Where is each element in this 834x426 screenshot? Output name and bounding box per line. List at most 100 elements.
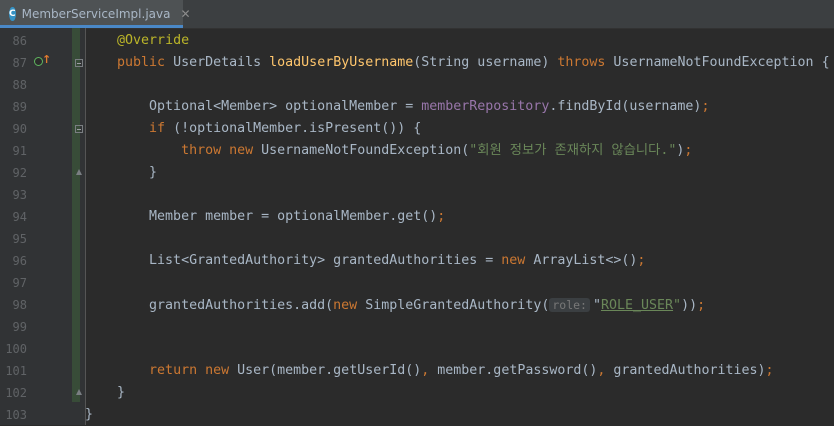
code-token: (!optionalMember.isPresent()) { (165, 121, 422, 136)
code-line[interactable]: 92 } (0, 162, 834, 184)
code-line[interactable]: 99 (0, 316, 834, 338)
line-number: 98 (12, 298, 27, 312)
code-line[interactable]: 101 return new User(member.getUserId(), … (0, 360, 834, 382)
code-token: new (333, 298, 358, 313)
code-token: UserDetails (165, 55, 270, 70)
code-token: memberRepository (421, 99, 550, 114)
code-text[interactable]: throw new UsernameNotFoundException("회원 … (85, 140, 692, 162)
code-token: ; (701, 99, 710, 114)
code-text[interactable]: if (!optionalMember.isPresent()) { (85, 118, 421, 140)
code-text[interactable]: Member member = optionalMember.get(); (85, 206, 445, 228)
code-line[interactable]: 89 Optional<Member> optionalMember = mem… (0, 96, 834, 118)
code-text[interactable]: Optional<Member> optionalMember = member… (85, 96, 709, 118)
line-number: 89 (12, 100, 27, 114)
tab-file-name: MemberServiceImpl.java (21, 7, 171, 21)
code-token: " (592, 298, 601, 313)
code-token: throw new (181, 143, 254, 158)
code-token: public (117, 55, 166, 70)
code-line[interactable]: 88 (0, 74, 834, 96)
fold-end-icon[interactable] (76, 389, 82, 395)
line-number: 103 (5, 408, 27, 422)
code-line[interactable]: 103} (0, 404, 834, 426)
fold-end-icon[interactable] (76, 169, 82, 175)
line-number: 92 (12, 166, 27, 180)
code-token: )) (681, 298, 698, 313)
code-text[interactable]: } (85, 162, 157, 184)
code-text[interactable]: } (85, 382, 125, 404)
override-arrow-icon[interactable]: ↑ (42, 54, 51, 66)
code-token: @Override (117, 33, 190, 48)
code-token: grantedAuthorities.add( (85, 298, 334, 313)
java-class-icon: C (9, 7, 16, 21)
code-text[interactable]: public UserDetails loadUserByUsername(St… (85, 52, 830, 74)
code-token: ; (684, 143, 693, 158)
code-token: " (673, 298, 682, 313)
parameter-hint: role: (549, 298, 590, 312)
code-token: grantedAuthorities) (605, 363, 766, 378)
code-token: UsernameNotFoundException { (605, 55, 830, 70)
code-token: throws (557, 55, 606, 70)
code-token: ; (765, 363, 774, 378)
line-number: 86 (12, 34, 27, 48)
line-number: 93 (12, 188, 27, 202)
code-token: ; (437, 209, 446, 224)
code-line[interactable]: 98 grantedAuthorities.add(new SimpleGran… (0, 294, 834, 316)
line-number: 91 (12, 144, 27, 158)
code-token: ROLE_USER (600, 298, 674, 313)
code-editor[interactable]: 86 @Override 87 ↑ public UserDetails loadU… (0, 28, 834, 425)
line-number: 99 (12, 320, 27, 334)
code-token: UsernameNotFoundException( (253, 143, 470, 158)
line-number: 101 (5, 364, 27, 378)
code-token: if (149, 121, 166, 136)
code-token: } (85, 385, 126, 400)
fold-collapse-icon[interactable] (75, 59, 83, 67)
code-line[interactable]: 93 (0, 184, 834, 206)
line-number: 102 (5, 386, 27, 400)
close-icon[interactable]: ✕ (180, 7, 190, 21)
code-text[interactable]: @Override (85, 30, 189, 52)
code-line[interactable]: 97 (0, 272, 834, 294)
code-text[interactable]: return new User(member.getUserId(), memb… (85, 360, 774, 382)
code-line[interactable]: 90 if (!optionalMember.isPresent()) { (0, 118, 834, 140)
code-line[interactable]: 96 List<GrantedAuthority> grantedAuthori… (0, 250, 834, 272)
code-token: } (85, 407, 94, 422)
code-text[interactable]: } (85, 404, 93, 426)
code-token: Optional<Member> optionalMember = (85, 99, 422, 114)
code-token: "회원 정보가 존재하지 않습니다." (469, 143, 677, 158)
editor-tab-bar: C MemberServiceImpl.java ✕ (0, 0, 834, 29)
code-token: ; (637, 253, 646, 268)
line-number: 94 (12, 210, 27, 224)
line-number: 96 (12, 254, 27, 268)
code-line[interactable]: 100 (0, 338, 834, 360)
code-token: SimpleGrantedAuthority( (357, 298, 550, 313)
code-token: (String username) (413, 55, 558, 70)
code-token: } (85, 165, 158, 180)
code-token: Member member = optionalMember.get() (85, 209, 438, 224)
code-line[interactable]: 86 @Override (0, 30, 834, 52)
line-number: 97 (12, 276, 27, 290)
fold-collapse-icon[interactable] (75, 125, 83, 133)
code-line[interactable]: 102 } (0, 382, 834, 404)
code-token: new (501, 253, 526, 268)
line-number: 95 (12, 232, 27, 246)
code-line[interactable]: 91 throw new UsernameNotFoundException("… (0, 140, 834, 162)
code-line[interactable]: 95 (0, 228, 834, 250)
code-token: User(member.getUserId() (229, 363, 422, 378)
line-number: 87 (12, 56, 27, 70)
code-line[interactable]: 87 ↑ public UserDetails loadUserByUsernam… (0, 52, 834, 74)
code-text[interactable]: List<GrantedAuthority> grantedAuthoritie… (85, 250, 645, 272)
line-number: 90 (12, 122, 27, 136)
code-token: loadUserByUsername (269, 55, 414, 70)
code-text[interactable]: grantedAuthorities.add(new SimpleGranted… (85, 294, 705, 316)
code-token: .findById(username) (549, 99, 702, 114)
code-token: List<GrantedAuthority> grantedAuthoritie… (85, 253, 502, 268)
code-token: ; (697, 298, 706, 313)
tab-member-service-impl[interactable]: C MemberServiceImpl.java ✕ (0, 0, 191, 28)
line-number: 88 (12, 78, 27, 92)
code-token: return new (149, 363, 230, 378)
code-token: member.getPassword() (429, 363, 598, 378)
code-line[interactable]: 94 Member member = optionalMember.get(); (0, 206, 834, 228)
